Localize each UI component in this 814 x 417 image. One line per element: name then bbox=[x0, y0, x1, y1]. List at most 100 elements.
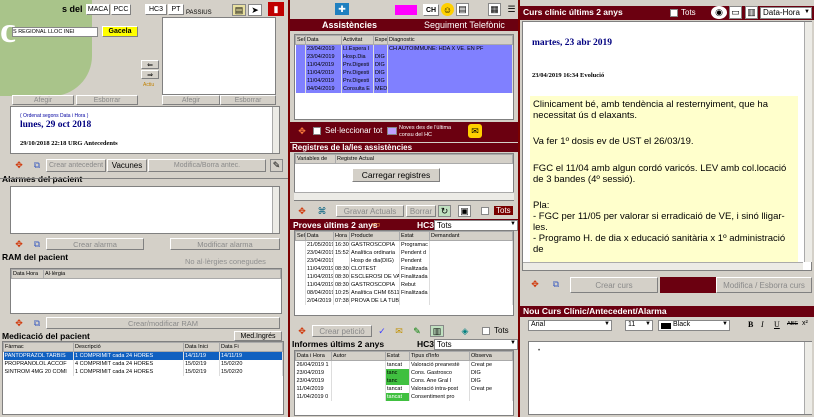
table-row[interactable]: 08/04/2019 10:25 Analítica CHM 65111 Finali… bbox=[295, 289, 513, 297]
crear-peticio-button[interactable]: Crear petició bbox=[312, 325, 372, 337]
gravar-actuals-button[interactable]: Gravar Actuals bbox=[336, 205, 404, 217]
crear-ram-button[interactable]: Crear/modificar RAM bbox=[46, 317, 280, 329]
table-row[interactable]: PROPRANOLOL ACCOF 4 COMPRIMIT cada 24 HO… bbox=[3, 360, 283, 368]
table-row[interactable]: 11/04/2019 08:30 GASTROSCOPIA Rebut bbox=[295, 281, 513, 289]
esborrar-button-1[interactable]: Esborrar bbox=[76, 95, 138, 105]
curs-scrollbar[interactable] bbox=[804, 22, 812, 262]
table-row[interactable]: 2/04/2019 07:38 PROVA DE LA TUBEI bbox=[295, 297, 513, 305]
add-curs-icon[interactable]: ✥ bbox=[528, 277, 542, 291]
underline-button[interactable]: U bbox=[774, 320, 780, 329]
add-assist-icon[interactable]: ✥ bbox=[296, 125, 308, 137]
crear-curs-button[interactable]: Crear curs bbox=[570, 277, 658, 293]
table-row[interactable]: 11/04/2019 tancat Valoració intra-post Crea… bbox=[295, 385, 513, 393]
table-row[interactable]: PANTOPRAZOL TARBIS 1 COMPRIMIT cada 24 H… bbox=[3, 351, 283, 360]
add-antecedent-icon[interactable]: ✥ bbox=[12, 158, 26, 172]
select-all-checkbox[interactable] bbox=[313, 127, 321, 135]
table-row[interactable]: 23/04/2019 Hosp de dia(DIG) Pendent bbox=[295, 257, 513, 265]
add-peticio-icon[interactable]: ✥ bbox=[296, 325, 308, 337]
monitor-icon[interactable]: ▭ bbox=[729, 6, 742, 19]
registres-hscroll[interactable] bbox=[294, 192, 514, 200]
editor-area[interactable] bbox=[528, 341, 812, 415]
carregar-registres-button[interactable]: Carregar registres bbox=[352, 168, 440, 182]
modifica-curs-button[interactable]: Modifica / Esborra curs bbox=[716, 277, 812, 293]
vacunes-button[interactable]: Vacunes bbox=[107, 159, 147, 172]
edit-icon[interactable]: ✎ bbox=[270, 159, 283, 172]
noves-checkbox[interactable] bbox=[387, 127, 397, 135]
document-icon[interactable]: ▤ bbox=[456, 3, 469, 16]
copy-alarm-icon[interactable]: ⧉ bbox=[30, 238, 44, 250]
add-alarm-icon[interactable]: ✥ bbox=[12, 238, 26, 250]
smiley-icon[interactable]: ☺ bbox=[441, 3, 454, 16]
ch-button[interactable]: CH bbox=[423, 4, 439, 16]
sort-select[interactable]: Data-Hora ▼ bbox=[760, 7, 812, 19]
speech-icon[interactable]: ✉ bbox=[468, 124, 482, 138]
table-row[interactable]: 21/05/2019 16:30 GASTROSCOPIA Programac bbox=[295, 240, 513, 249]
stop-icon[interactable]: ▮ bbox=[268, 2, 284, 16]
table-row[interactable]: 04/04/2019 Consulta E MED bbox=[295, 85, 513, 93]
tab-seguiment-telefonic[interactable]: Seguiment Telefònic bbox=[424, 20, 505, 30]
tab-maca[interactable]: MACA bbox=[86, 4, 110, 15]
table-row[interactable]: 23/04/2019 15:52 Analítica ordinaria Penden… bbox=[295, 249, 513, 257]
hospital-icon[interactable]: ✚ bbox=[335, 3, 349, 15]
arrow-right-icon[interactable]: ➤ bbox=[248, 4, 262, 16]
color-select[interactable]: Black ▼ bbox=[658, 320, 730, 331]
borrar-button[interactable]: Borrar bbox=[406, 205, 436, 217]
ruler-icon[interactable]: ▭ bbox=[368, 219, 384, 229]
table-row[interactable]: 23/04/2019 Ll.Espera I CH AUTOIMMUNE: HDA … bbox=[295, 44, 513, 53]
table-row[interactable]: 11/04/2019 Prv.Digesti DIG bbox=[295, 61, 513, 69]
modifica-antecedent-button[interactable]: Modifica/Borra antec. bbox=[148, 159, 266, 172]
italic-button[interactable]: I bbox=[761, 320, 764, 329]
move-right-button[interactable]: ⇒ bbox=[141, 70, 159, 79]
table-row[interactable]: 11/04/2019 0 tancat Consentiment pro bbox=[295, 393, 513, 401]
chart-icon[interactable]: ▥ bbox=[745, 6, 758, 19]
move-left-button[interactable]: ⇐ bbox=[141, 60, 159, 69]
table-row[interactable]: 11/04/2019 08:30 CLOTEST Finalitzada bbox=[295, 265, 513, 273]
refresh-icon[interactable]: ↻ bbox=[438, 205, 451, 217]
proves-tots-checkbox[interactable] bbox=[482, 327, 490, 335]
table-row[interactable]: 23/04/2019 Hosp.Dia DIG bbox=[295, 53, 513, 61]
editor-scrollbar[interactable] bbox=[804, 342, 812, 414]
strike-button[interactable]: ABE bbox=[787, 321, 798, 327]
pen-icon[interactable]: ✎ bbox=[410, 325, 424, 337]
bold-button[interactable]: B bbox=[748, 320, 753, 329]
size-select[interactable]: 11 ▼ bbox=[625, 320, 653, 331]
antecedents-scrollbar[interactable] bbox=[272, 107, 279, 153]
afegir-button-1[interactable]: Afegir bbox=[12, 95, 74, 105]
list-icon[interactable]: ☰ bbox=[505, 3, 518, 16]
copy-ram-icon[interactable]: ⧉ bbox=[30, 317, 44, 329]
disc-icon[interactable]: ◉ bbox=[711, 6, 727, 19]
check-icon[interactable]: ✓ bbox=[376, 325, 388, 337]
table-row[interactable]: 11/04/2019 Prv.Digesti DIG bbox=[295, 77, 513, 85]
add-registre-icon[interactable]: ✥ bbox=[296, 205, 308, 217]
tots-checkbox[interactable] bbox=[481, 207, 489, 215]
folder-icon[interactable]: ▤ bbox=[232, 4, 246, 16]
add-ram-icon[interactable]: ✥ bbox=[12, 317, 26, 329]
alarmes-scrollbar[interactable] bbox=[272, 187, 279, 233]
table-row[interactable]: 23/04/2019 tanc Cons. Gastrosco DIG bbox=[295, 369, 513, 377]
crear-alarma-button[interactable]: Crear alarma bbox=[46, 238, 144, 250]
curs-tots-checkbox[interactable] bbox=[670, 9, 678, 17]
font-select[interactable]: Arial ▼ bbox=[528, 320, 612, 331]
map-icon[interactable]: ◈ bbox=[458, 325, 472, 337]
copy-curs-icon[interactable]: ⧉ bbox=[549, 277, 563, 291]
tab-pcc[interactable]: PCC bbox=[111, 4, 131, 15]
tree-icon[interactable]: ⌘ bbox=[316, 205, 328, 217]
crear-antecedent-button[interactable]: Crear antecedent bbox=[46, 159, 106, 172]
table-row[interactable]: 23/04/2019 tanc Cons. Ane Gral I DIG bbox=[295, 377, 513, 385]
med-ingres-button[interactable]: Med.Ingrés bbox=[234, 331, 282, 341]
informes-filter-select[interactable]: Tots ▼ bbox=[434, 339, 518, 350]
copy-antecedent-icon[interactable]: ⧉ bbox=[30, 158, 44, 172]
modificar-alarma-button[interactable]: Modificar alarma bbox=[170, 238, 280, 250]
table-row[interactable]: SINTROM 4MG 20 COMI 1 COMPRIMIT cada 24 … bbox=[3, 368, 283, 376]
envelope-icon[interactable]: ✉ bbox=[392, 325, 406, 337]
table-row[interactable]: 26/04/2019 1 tancat Valoració preanestè Cre… bbox=[295, 360, 513, 369]
tab-pt[interactable]: PT bbox=[168, 4, 184, 15]
table-row[interactable]: 11/04/2019 Prv.Digesti DIG bbox=[295, 69, 513, 77]
superscript-button[interactable]: x² bbox=[802, 320, 808, 327]
afegir-button-2[interactable]: Afegir bbox=[162, 95, 220, 105]
gacela-button[interactable]: Gacela bbox=[102, 26, 138, 37]
table-row[interactable]: 11/04/2019 08:30 ESCLEROSI DE VAR Finalitza… bbox=[295, 273, 513, 281]
tab-assistencies[interactable]: Assistències bbox=[322, 20, 377, 30]
chart-icon[interactable]: ▥ bbox=[430, 325, 444, 337]
curs-hscroll[interactable] bbox=[523, 262, 803, 270]
